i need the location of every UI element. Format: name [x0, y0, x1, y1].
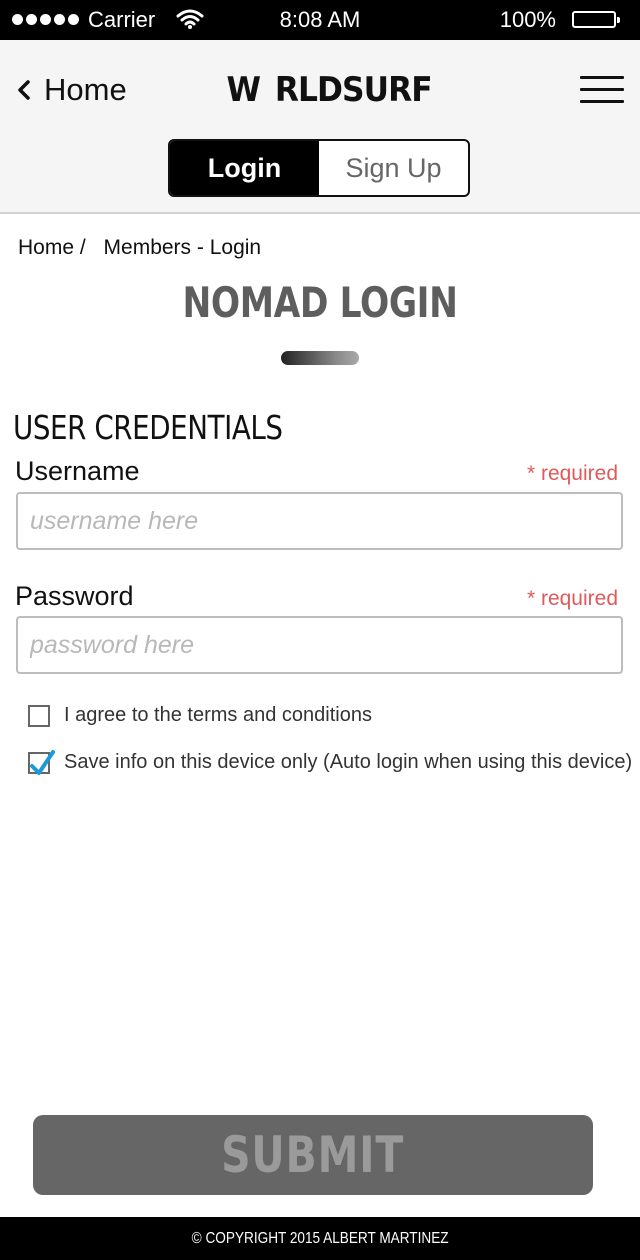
- username-input[interactable]: [16, 492, 623, 550]
- breadcrumb: Home / Members - Login: [18, 236, 261, 260]
- logo-text-prefix: W: [226, 70, 261, 110]
- checkmark-icon: [30, 749, 55, 775]
- save-info-checkbox-row[interactable]: Save info on this device only (Auto logi…: [28, 749, 633, 775]
- username-label: Username: [15, 456, 140, 486]
- section-heading: USER CREDENTIALS: [13, 408, 283, 447]
- tab-login[interactable]: Login: [170, 141, 319, 195]
- save-info-label: Save info on this device only (Auto logi…: [64, 751, 633, 773]
- chevron-left-icon: [18, 80, 30, 100]
- back-button[interactable]: Home: [16, 72, 127, 108]
- breadcrumb-current: Members - Login: [103, 236, 262, 259]
- back-label: Home: [44, 72, 127, 107]
- password-label: Password: [15, 581, 134, 611]
- save-info-checkbox[interactable]: [28, 749, 55, 775]
- password-input[interactable]: [16, 616, 623, 674]
- terms-checkbox-row[interactable]: I agree to the terms and conditions: [28, 704, 372, 727]
- page-title: NOMAD LOGIN: [182, 278, 458, 327]
- login-signup-toggle: Login Sign Up: [168, 139, 470, 197]
- app-header: Home W RLDSURF Login Sign Up: [0, 40, 640, 214]
- battery-percent: 100%: [499, 7, 556, 32]
- logo-text-suffix: RLDSURF: [274, 70, 432, 110]
- footer: © COPYRIGHT 2015 ALBERT MARTINEZ: [0, 1217, 640, 1260]
- battery-icon: [572, 11, 620, 28]
- breadcrumb-home-link[interactable]: Home /: [18, 236, 86, 259]
- status-bar: Carrier 8:08 AM 100%: [0, 0, 640, 40]
- copyright-text: © COPYRIGHT 2015 ALBERT MARTINEZ: [191, 1229, 449, 1247]
- worldsurf-logo[interactable]: W RLDSURF: [225, 70, 432, 110]
- title-underline: [281, 351, 359, 365]
- username-required: * required: [526, 462, 618, 485]
- tab-sign-up[interactable]: Sign Up: [319, 141, 468, 195]
- terms-label: I agree to the terms and conditions: [64, 704, 372, 726]
- hamburger-menu-icon[interactable]: [580, 76, 624, 104]
- password-required: * required: [526, 587, 618, 610]
- terms-checkbox[interactable]: [28, 704, 50, 727]
- submit-button[interactable]: SUBMIT: [33, 1115, 593, 1195]
- submit-label: SUBMIT: [221, 1126, 405, 1184]
